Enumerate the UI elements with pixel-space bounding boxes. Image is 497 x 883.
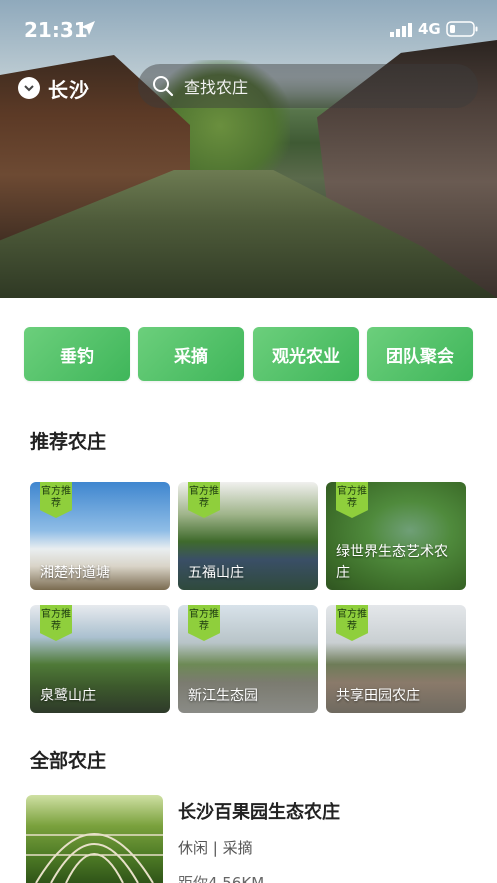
farm-name: 共享田园农庄 [336, 688, 420, 704]
category-label: 垂钓 [60, 346, 94, 367]
farm-card[interactable]: 官方推荐 湘楚村道塘 [30, 482, 170, 590]
category-team-party[interactable]: 团队聚会 [367, 327, 473, 381]
city-name: 长沙 [48, 77, 90, 102]
farm-card[interactable]: 官方推荐 共享田园农庄 [326, 605, 466, 713]
farm-card[interactable]: 官方推荐 五福山庄 [178, 482, 318, 590]
chevron-down-icon [18, 77, 40, 99]
category-bar: 垂钓 采摘 观光农业 团队聚会 [24, 327, 474, 381]
farm-distance: 距你4.56KM [178, 874, 265, 883]
city-selector[interactable]: 长沙 [18, 73, 90, 103]
network-type: 4G [418, 20, 441, 38]
farm-name: 新江生态园 [188, 688, 258, 704]
category-label: 采摘 [174, 346, 208, 367]
farm-name: 五福山庄 [188, 565, 244, 581]
farm-card[interactable]: 官方推荐 新江生态园 [178, 605, 318, 713]
search-input[interactable]: 查找农庄 [138, 64, 478, 108]
recommended-title: 推荐农庄 [30, 431, 107, 453]
farm-card[interactable]: 官方推荐 绿世界生态艺术农庄 [326, 482, 466, 590]
category-sightseeing[interactable]: 观光农业 [253, 327, 359, 381]
battery-icon [446, 21, 478, 37]
farm-name: 绿世界生态艺术农庄 [336, 544, 448, 581]
farm-thumbnail [26, 795, 163, 883]
list-item[interactable]: 长沙百果园生态农庄 休闲 | 采摘 距你4.56KM [26, 795, 476, 883]
search-icon [153, 76, 174, 97]
signal-icon [390, 23, 412, 37]
status-bar: 21:31 4G [0, 0, 497, 60]
category-label: 观光农业 [272, 346, 340, 367]
farm-name: 湘楚村道塘 [40, 565, 110, 581]
location-arrow-icon [81, 21, 95, 35]
farm-name: 泉鹭山庄 [40, 688, 96, 704]
search-placeholder: 查找农庄 [184, 78, 249, 97]
all-farms-title: 全部农庄 [30, 750, 107, 772]
category-label: 团队聚会 [386, 346, 454, 367]
arbor-illustration [26, 833, 163, 883]
category-picking[interactable]: 采摘 [138, 327, 244, 381]
farm-card[interactable]: 官方推荐 泉鹭山庄 [30, 605, 170, 713]
category-fishing[interactable]: 垂钓 [24, 327, 130, 381]
farm-title: 长沙百果园生态农庄 [178, 802, 340, 823]
status-time: 21:31 [24, 18, 88, 42]
farm-tags: 休闲 | 采摘 [178, 839, 253, 857]
